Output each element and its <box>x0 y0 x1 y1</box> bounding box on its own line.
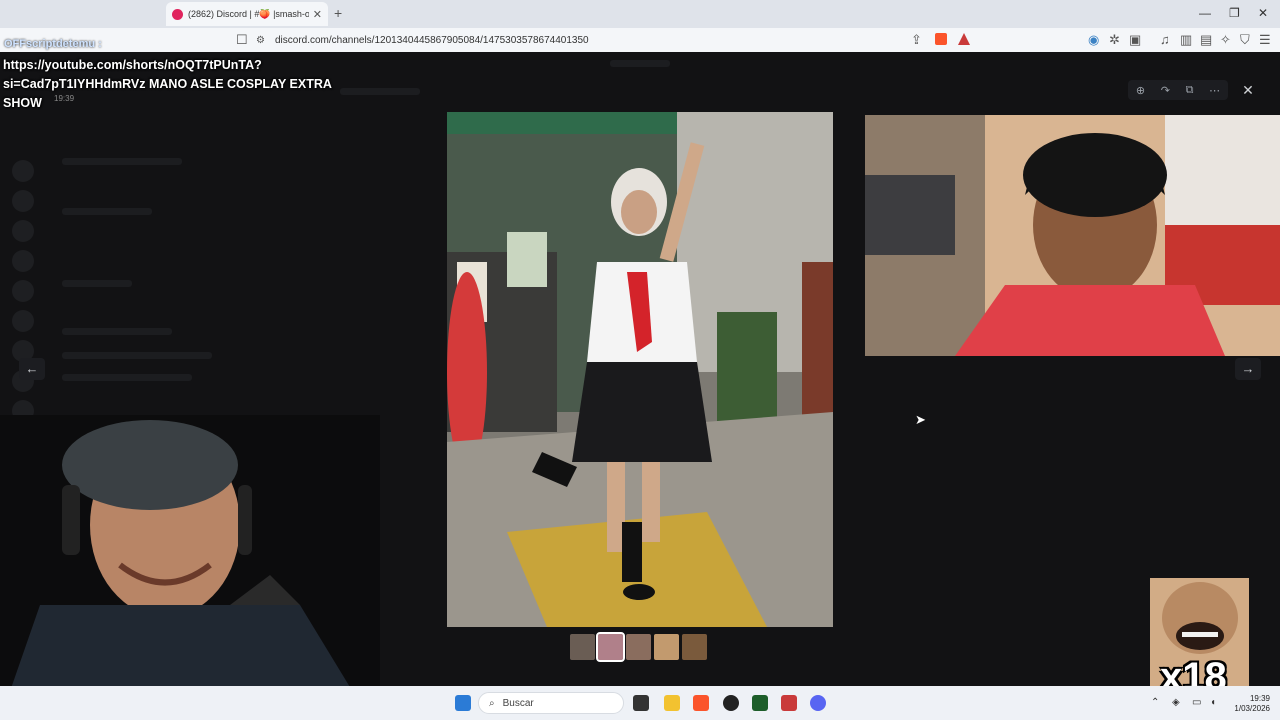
speaker-icon[interactable]: ◉ <box>1088 32 1099 48</box>
minimize-button[interactable]: — <box>1199 6 1211 20</box>
forward-icon[interactable]: ↷ <box>1161 84 1170 97</box>
taskbar: ⌕ Buscar ⌃ ◈ ▭ ◖ 19:39 1/03/2026 <box>0 686 1280 720</box>
browser-tab-bar: (2862) Discord | #🍑 |smash-or- ✕ + — ❐ ✕ <box>0 0 1280 28</box>
discord-favicon-icon <box>172 8 183 20</box>
discord-icon[interactable] <box>810 695 826 711</box>
close-window-button[interactable]: ✕ <box>1258 6 1268 20</box>
cosplay-photo-image <box>447 112 833 627</box>
webcam-guest-image <box>865 115 1280 356</box>
close-tab-icon[interactable]: ✕ <box>313 8 322 21</box>
image-viewer-toolbar: ⊕ ↷ ⧉ ⋯ <box>1128 80 1228 100</box>
obs-icon[interactable] <box>723 695 739 711</box>
terminal-icon[interactable] <box>752 695 768 711</box>
stream-overlay-tag: OFFscriptdetemu : <box>4 38 102 50</box>
vpn-icon[interactable]: ⛉ <box>1240 32 1250 48</box>
file-explorer-icon[interactable] <box>664 695 680 711</box>
url-text: discord.com/channels/1201340445867905084… <box>274 34 589 46</box>
thumbnail[interactable] <box>654 634 679 660</box>
more-options-icon[interactable]: ⋯ <box>1209 84 1220 97</box>
screenshot-icon[interactable]: ▣ <box>1129 32 1141 48</box>
volume-icon[interactable]: ◖ <box>1210 697 1216 708</box>
address-bar-row: ☐ ⚙ discord.com/channels/120134044586790… <box>0 28 1280 52</box>
webcam-guest <box>865 115 1280 356</box>
tray-expand-icon[interactable]: ⌃ <box>1151 697 1159 708</box>
webcam-streamer <box>0 415 380 720</box>
music-icon[interactable]: ♫ <box>1160 32 1170 47</box>
thumbnail[interactable] <box>570 634 595 660</box>
wallet-icon[interactable]: ▤ <box>1200 32 1212 48</box>
share-icon[interactable]: ⇪ <box>911 32 922 48</box>
search-placeholder: Buscar <box>502 697 534 709</box>
next-image-button[interactable]: → <box>1235 358 1261 380</box>
tab-title: (2862) Discord | #🍑 |smash-or- <box>188 8 309 19</box>
thumbnail[interactable] <box>626 634 651 660</box>
tab-discord[interactable]: (2862) Discord | #🍑 |smash-or- ✕ <box>166 2 328 26</box>
message-timestamp: 19:39 <box>54 94 75 103</box>
screen: (2862) Discord | #🍑 |smash-or- ✕ + — ❐ ✕… <box>0 0 1280 720</box>
clock-time: 19:39 <box>1249 694 1270 703</box>
thumbnail-selected[interactable] <box>596 632 625 662</box>
network-icon[interactable]: ◈ <box>1172 697 1180 708</box>
cosplay-photo <box>447 112 833 627</box>
thumbnail-strip <box>570 632 707 662</box>
youtube-link-overlay: https://youtube.com/shorts/nOQT7tPUnTA?s… <box>3 58 332 110</box>
mouse-cursor-icon: ➤ <box>915 412 926 427</box>
webcam-streamer-image <box>0 415 380 720</box>
clock-date: 1/03/2026 <box>1234 704 1270 713</box>
open-external-icon[interactable]: ⧉ <box>1186 84 1194 97</box>
search-icon: ⌕ <box>489 697 495 709</box>
brave-browser-icon[interactable] <box>693 695 709 711</box>
url-field[interactable]: ⚙ discord.com/channels/12013404458679050… <box>256 31 976 49</box>
task-view-icon[interactable] <box>633 695 649 711</box>
taskbar-clock[interactable]: 19:39 1/03/2026 <box>1234 694 1270 714</box>
windows-start-icon[interactable] <box>455 695 471 711</box>
previous-image-button[interactable]: ← <box>19 358 45 380</box>
bookmark-icon[interactable]: ☐ <box>236 32 248 48</box>
extensions-icon[interactable]: ✲ <box>1109 32 1120 48</box>
sidebar-icon[interactable]: ▥ <box>1180 32 1192 48</box>
taskbar-search[interactable]: ⌕ Buscar <box>478 692 624 714</box>
new-tab-button[interactable]: + <box>334 5 342 21</box>
thumbnail[interactable] <box>682 634 707 660</box>
menu-icon[interactable]: ☰ <box>1259 32 1271 48</box>
maximize-button[interactable]: ❐ <box>1229 6 1240 20</box>
display-icon[interactable]: ▭ <box>1192 697 1201 708</box>
brave-shield-icon[interactable] <box>935 33 947 45</box>
site-settings-icon[interactable]: ⚙ <box>256 35 265 46</box>
app-icon[interactable] <box>781 695 797 711</box>
close-viewer-button[interactable]: ✕ <box>1238 80 1258 100</box>
leo-icon[interactable]: ✧ <box>1220 32 1231 48</box>
zoom-icon[interactable]: ⊕ <box>1136 84 1145 97</box>
